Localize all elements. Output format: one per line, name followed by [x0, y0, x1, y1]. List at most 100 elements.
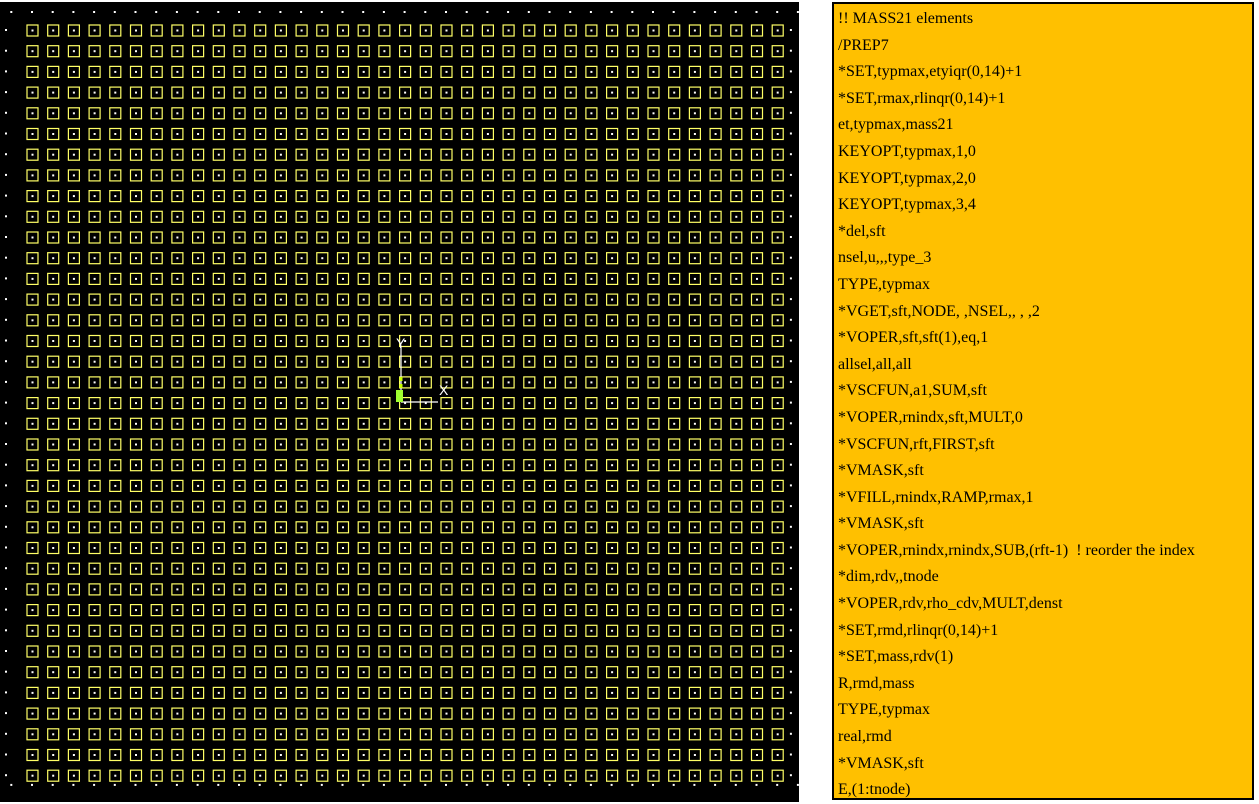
node-point[interactable] [528, 484, 531, 487]
node-point[interactable] [611, 112, 614, 115]
node-point[interactable] [72, 174, 75, 177]
node-point[interactable] [93, 381, 96, 384]
node-point[interactable] [507, 443, 510, 446]
node-point[interactable] [321, 174, 324, 177]
node-point[interactable] [569, 712, 572, 715]
node-point[interactable] [424, 70, 427, 73]
node-point[interactable] [197, 133, 200, 135]
node-point[interactable] [776, 257, 779, 260]
node-point[interactable] [673, 650, 676, 653]
node-point[interactable] [652, 464, 655, 467]
node-point[interactable] [404, 547, 407, 549]
node-point[interactable] [549, 422, 551, 425]
node-point[interactable] [714, 381, 717, 384]
node-point[interactable] [776, 422, 779, 425]
node-point[interactable] [466, 29, 469, 32]
node-point[interactable] [341, 11, 344, 13]
node-point[interactable] [755, 783, 758, 786]
node-point[interactable] [383, 112, 386, 115]
node-point[interactable] [321, 236, 324, 239]
node-point[interactable] [155, 464, 158, 467]
node-point[interactable] [52, 298, 55, 301]
node-point[interactable] [197, 733, 200, 736]
node-point[interactable] [693, 257, 696, 260]
node-point[interactable] [466, 277, 469, 280]
node-point[interactable] [93, 443, 96, 446]
node-point[interactable] [611, 298, 614, 301]
node-point[interactable] [445, 112, 448, 115]
node-point[interactable] [714, 112, 717, 115]
node-point[interactable] [93, 153, 96, 156]
node-point[interactable] [789, 215, 792, 218]
node-point[interactable] [673, 422, 676, 425]
node-point[interactable] [135, 547, 137, 549]
node-point[interactable] [789, 277, 792, 280]
node-point[interactable] [155, 443, 158, 446]
node-point[interactable] [176, 50, 179, 53]
node-point[interactable] [528, 340, 531, 342]
node-point[interactable] [693, 505, 696, 508]
node-point[interactable] [383, 671, 386, 674]
node-point[interactable] [652, 112, 655, 115]
node-point[interactable] [549, 691, 551, 694]
node-point[interactable] [300, 650, 303, 653]
node-point[interactable] [10, 783, 13, 786]
node-point[interactable] [611, 588, 614, 591]
node-point[interactable] [507, 650, 510, 653]
node-point[interactable] [404, 464, 407, 467]
node-point[interactable] [321, 340, 324, 342]
node-point[interactable] [735, 29, 738, 32]
node-point[interactable] [72, 277, 75, 280]
node-point[interactable] [5, 153, 7, 156]
node-point[interactable] [673, 484, 676, 487]
node-point[interactable] [93, 29, 96, 32]
node-point[interactable] [528, 215, 531, 218]
node-point[interactable] [135, 402, 137, 405]
node-point[interactable] [466, 91, 469, 94]
node-point[interactable] [673, 526, 676, 529]
node-point[interactable] [756, 402, 758, 405]
node-point[interactable] [155, 609, 158, 612]
node-point[interactable] [217, 774, 220, 777]
node-point[interactable] [789, 173, 792, 176]
node-point[interactable] [300, 783, 303, 786]
node-point[interactable] [72, 754, 75, 756]
node-point[interactable] [735, 277, 738, 280]
node-point[interactable] [217, 567, 220, 570]
node-point[interactable] [342, 360, 344, 363]
node-point[interactable] [72, 484, 75, 487]
node-point[interactable] [631, 754, 634, 756]
node-point[interactable] [714, 505, 717, 508]
node-point[interactable] [528, 91, 531, 94]
node-point[interactable] [789, 484, 792, 487]
node-point[interactable] [300, 547, 303, 549]
node-point[interactable] [590, 360, 593, 363]
node-point[interactable] [238, 29, 241, 32]
node-point[interactable] [714, 783, 717, 786]
node-point[interactable] [197, 153, 200, 156]
node-point[interactable] [652, 215, 655, 218]
node-point[interactable] [52, 691, 55, 694]
node-point[interactable] [238, 11, 240, 13]
node-point[interactable] [569, 567, 572, 570]
node-point[interactable] [652, 236, 655, 239]
node-point[interactable] [404, 505, 407, 508]
node-point[interactable] [486, 29, 489, 32]
node-point[interactable] [611, 319, 614, 322]
node-point[interactable] [549, 526, 551, 529]
graphics-viewport[interactable]: Y X [0, 2, 799, 802]
node-point[interactable] [652, 547, 655, 549]
node-point[interactable] [259, 381, 262, 384]
node-point[interactable] [217, 153, 220, 156]
node-point[interactable] [652, 671, 655, 674]
node-point[interactable] [549, 671, 551, 674]
node-point[interactable] [528, 588, 531, 591]
node-point[interactable] [693, 774, 696, 777]
node-point[interactable] [321, 195, 324, 198]
node-point[interactable] [714, 609, 717, 612]
node-point[interactable] [135, 277, 137, 280]
node-point[interactable] [673, 691, 676, 694]
node-point[interactable] [486, 340, 489, 342]
node-point[interactable] [776, 50, 779, 53]
node-point[interactable] [528, 277, 531, 280]
